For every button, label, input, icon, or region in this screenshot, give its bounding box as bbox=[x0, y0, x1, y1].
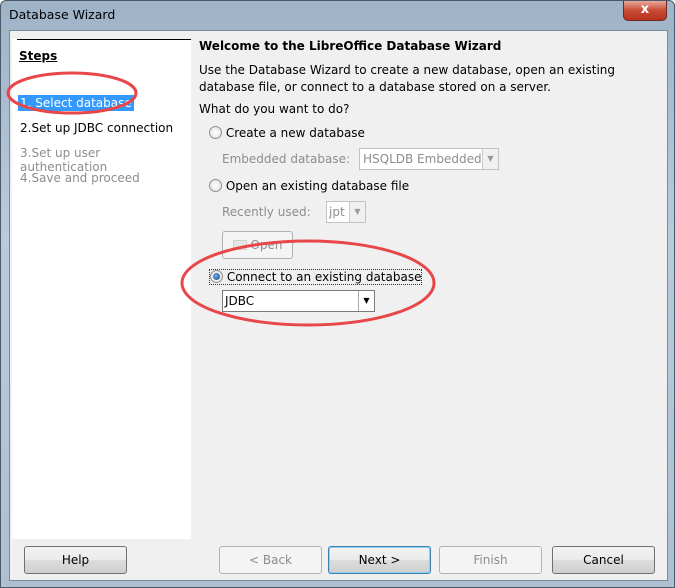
chevron-down-icon: ▼ bbox=[349, 202, 365, 222]
open-existing-radio[interactable] bbox=[209, 179, 222, 192]
wizard-client: Steps 1. Select database 2.Set up JDBC c… bbox=[9, 30, 668, 581]
embedded-db-value: HSQLDB Embedded bbox=[363, 152, 482, 166]
open-button-label: Open bbox=[250, 238, 283, 252]
divider bbox=[17, 39, 191, 40]
question-label: What do you want to do? bbox=[199, 102, 350, 116]
recent-select: jpt ▼ bbox=[326, 201, 366, 223]
embedded-label: Embedded database: bbox=[222, 152, 350, 166]
step-save-proceed: 4.Save and proceed bbox=[20, 171, 140, 185]
page-title: Welcome to the LibreOffice Database Wiza… bbox=[199, 39, 502, 53]
folder-icon bbox=[232, 240, 247, 250]
connect-existing-radio[interactable] bbox=[210, 270, 223, 283]
steps-heading: Steps bbox=[19, 49, 58, 63]
create-new-option[interactable]: Create a new database bbox=[209, 126, 365, 140]
recent-value: jpt bbox=[329, 205, 345, 219]
step-select-database[interactable]: 1. Select database bbox=[18, 95, 134, 111]
next-button[interactable]: Next > bbox=[328, 546, 431, 574]
chevron-down-icon: ▼ bbox=[482, 149, 498, 169]
intro-text-1: Use the Database Wizard to create a new … bbox=[199, 63, 616, 77]
cancel-button[interactable]: Cancel bbox=[552, 546, 655, 574]
open-existing-label: Open an existing database file bbox=[225, 179, 410, 193]
finish-button: Finish bbox=[439, 546, 542, 574]
chevron-down-icon[interactable]: ▼ bbox=[358, 291, 374, 311]
connection-type-value: JDBC bbox=[225, 294, 255, 308]
create-new-radio[interactable] bbox=[209, 126, 222, 139]
window-title: Database Wizard bbox=[9, 7, 116, 22]
step-setup-jdbc[interactable]: 2.Set up JDBC connection bbox=[18, 120, 175, 136]
open-existing-option[interactable]: Open an existing database file bbox=[209, 179, 409, 193]
help-button[interactable]: Help bbox=[24, 546, 127, 574]
connect-existing-label: Connect to an existing database bbox=[226, 270, 422, 284]
recent-label: Recently used: bbox=[222, 205, 311, 219]
steps-panel: Steps 1. Select database 2.Set up JDBC c… bbox=[12, 39, 191, 539]
window-frame: Database Wizard x Steps 1. Select databa… bbox=[0, 0, 675, 588]
intro-text-2: database file, or connect to a database … bbox=[199, 80, 551, 94]
open-button: Open bbox=[222, 231, 293, 259]
connect-existing-option[interactable]: Connect to an existing database bbox=[209, 269, 423, 285]
close-button[interactable]: x bbox=[623, 1, 667, 21]
embedded-db-select: HSQLDB Embedded ▼ bbox=[359, 148, 499, 170]
back-button: < Back bbox=[219, 546, 322, 574]
connection-type-select[interactable]: JDBC ▼ bbox=[222, 290, 375, 312]
create-new-label: Create a new database bbox=[225, 126, 365, 140]
